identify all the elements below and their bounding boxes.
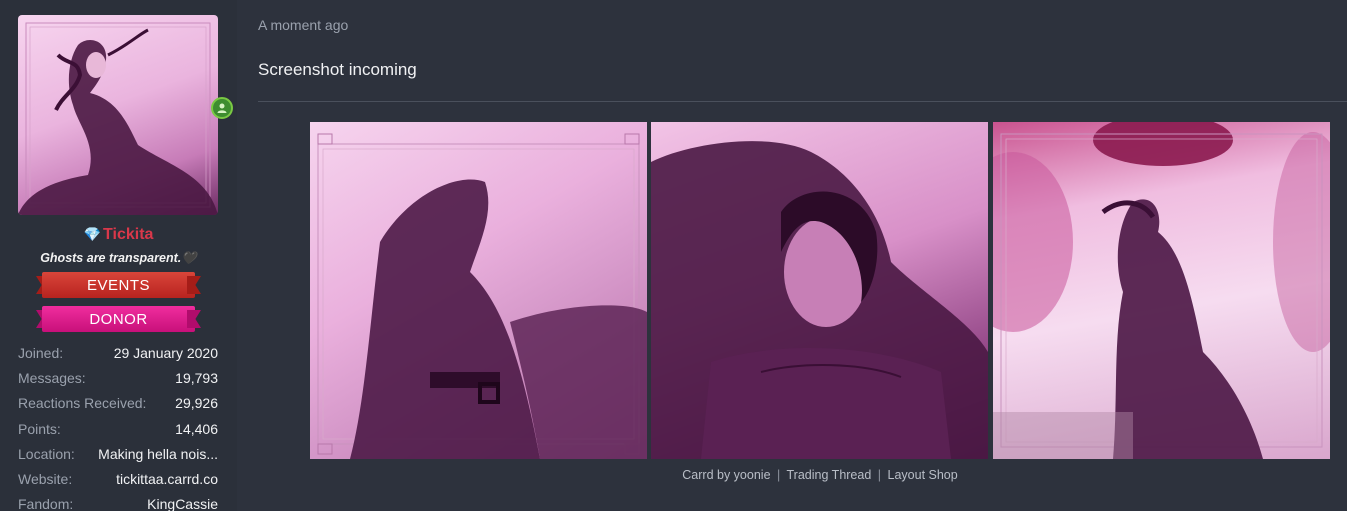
user-avatar[interactable] xyxy=(18,15,218,215)
stat-label: Points: xyxy=(18,420,61,437)
layout-shop-link[interactable]: Layout Shop xyxy=(888,468,958,482)
credits-separator: | xyxy=(777,468,781,482)
gallery-image-1[interactable] xyxy=(310,122,647,459)
user-title: Ghosts are transparent.🖤 xyxy=(0,251,237,266)
username-link[interactable]: 💎 Tickita xyxy=(0,226,237,244)
online-status-icon xyxy=(211,97,233,119)
gallery-image-3[interactable] xyxy=(993,122,1330,459)
stat-value: 29,926 xyxy=(175,395,218,412)
stat-value[interactable]: 19,793 xyxy=(175,370,218,386)
stat-reactions: Reactions Received: 29,926 xyxy=(18,391,218,416)
stat-label: Location: xyxy=(18,445,75,462)
credits-separator: | xyxy=(877,468,882,482)
stat-location: Location: Making hella nois... xyxy=(18,441,218,466)
stat-label: Website: xyxy=(18,471,73,488)
stat-fandom: Fandom: KingCassie xyxy=(18,492,218,511)
gem-icon: 💎 xyxy=(83,226,102,242)
stat-website: Website: tickittaa.carrd.co xyxy=(18,466,218,491)
stat-joined: Joined: 29 January 2020 xyxy=(18,340,218,365)
post-divider xyxy=(258,101,1347,102)
post-message: Screenshot incoming xyxy=(258,60,417,79)
stat-label: Joined: xyxy=(18,344,64,361)
avatar-image xyxy=(18,22,218,215)
events-banner-label: EVENTS xyxy=(86,276,150,294)
gallery-image-2[interactable] xyxy=(651,122,988,459)
user-title-text: Ghosts are transparent. xyxy=(40,251,182,265)
username-text: Tickita xyxy=(103,226,154,243)
stat-label: Reactions Received: xyxy=(18,395,147,412)
heart-icon: 🖤 xyxy=(181,251,197,265)
events-banner: EVENTS xyxy=(36,272,201,298)
donor-banner-label: DONOR xyxy=(89,310,148,328)
stat-value[interactable]: 14,406 xyxy=(175,421,218,437)
user-stats: Joined: 29 January 2020 Messages: 19,793… xyxy=(18,340,218,511)
donor-banner: DONOR xyxy=(36,306,201,332)
user-panel: 💎 Tickita Ghosts are transparent.🖤 EVENTS… xyxy=(0,0,237,511)
stat-value: 29 January 2020 xyxy=(113,344,218,361)
stat-points: Points: 14,406 xyxy=(18,416,218,441)
stat-label: Messages: xyxy=(18,369,86,386)
stat-value[interactable]: Making hella nois... xyxy=(98,446,218,462)
trading-thread-link[interactable]: Trading Thread xyxy=(787,468,872,482)
stat-label: Fandom: xyxy=(18,496,74,511)
signature-gallery xyxy=(310,122,1330,459)
post-timestamp[interactable]: A moment ago xyxy=(258,17,348,33)
stat-messages: Messages: 19,793 xyxy=(18,365,218,390)
signature-credits: Carrd by yoonie | Trading Thread | Layou… xyxy=(310,468,1330,482)
credits-carrd[interactable]: Carrd by yoonie xyxy=(682,468,770,482)
website-link[interactable]: tickittaa.carrd.co xyxy=(116,471,218,487)
stat-value: KingCassie xyxy=(147,496,218,511)
